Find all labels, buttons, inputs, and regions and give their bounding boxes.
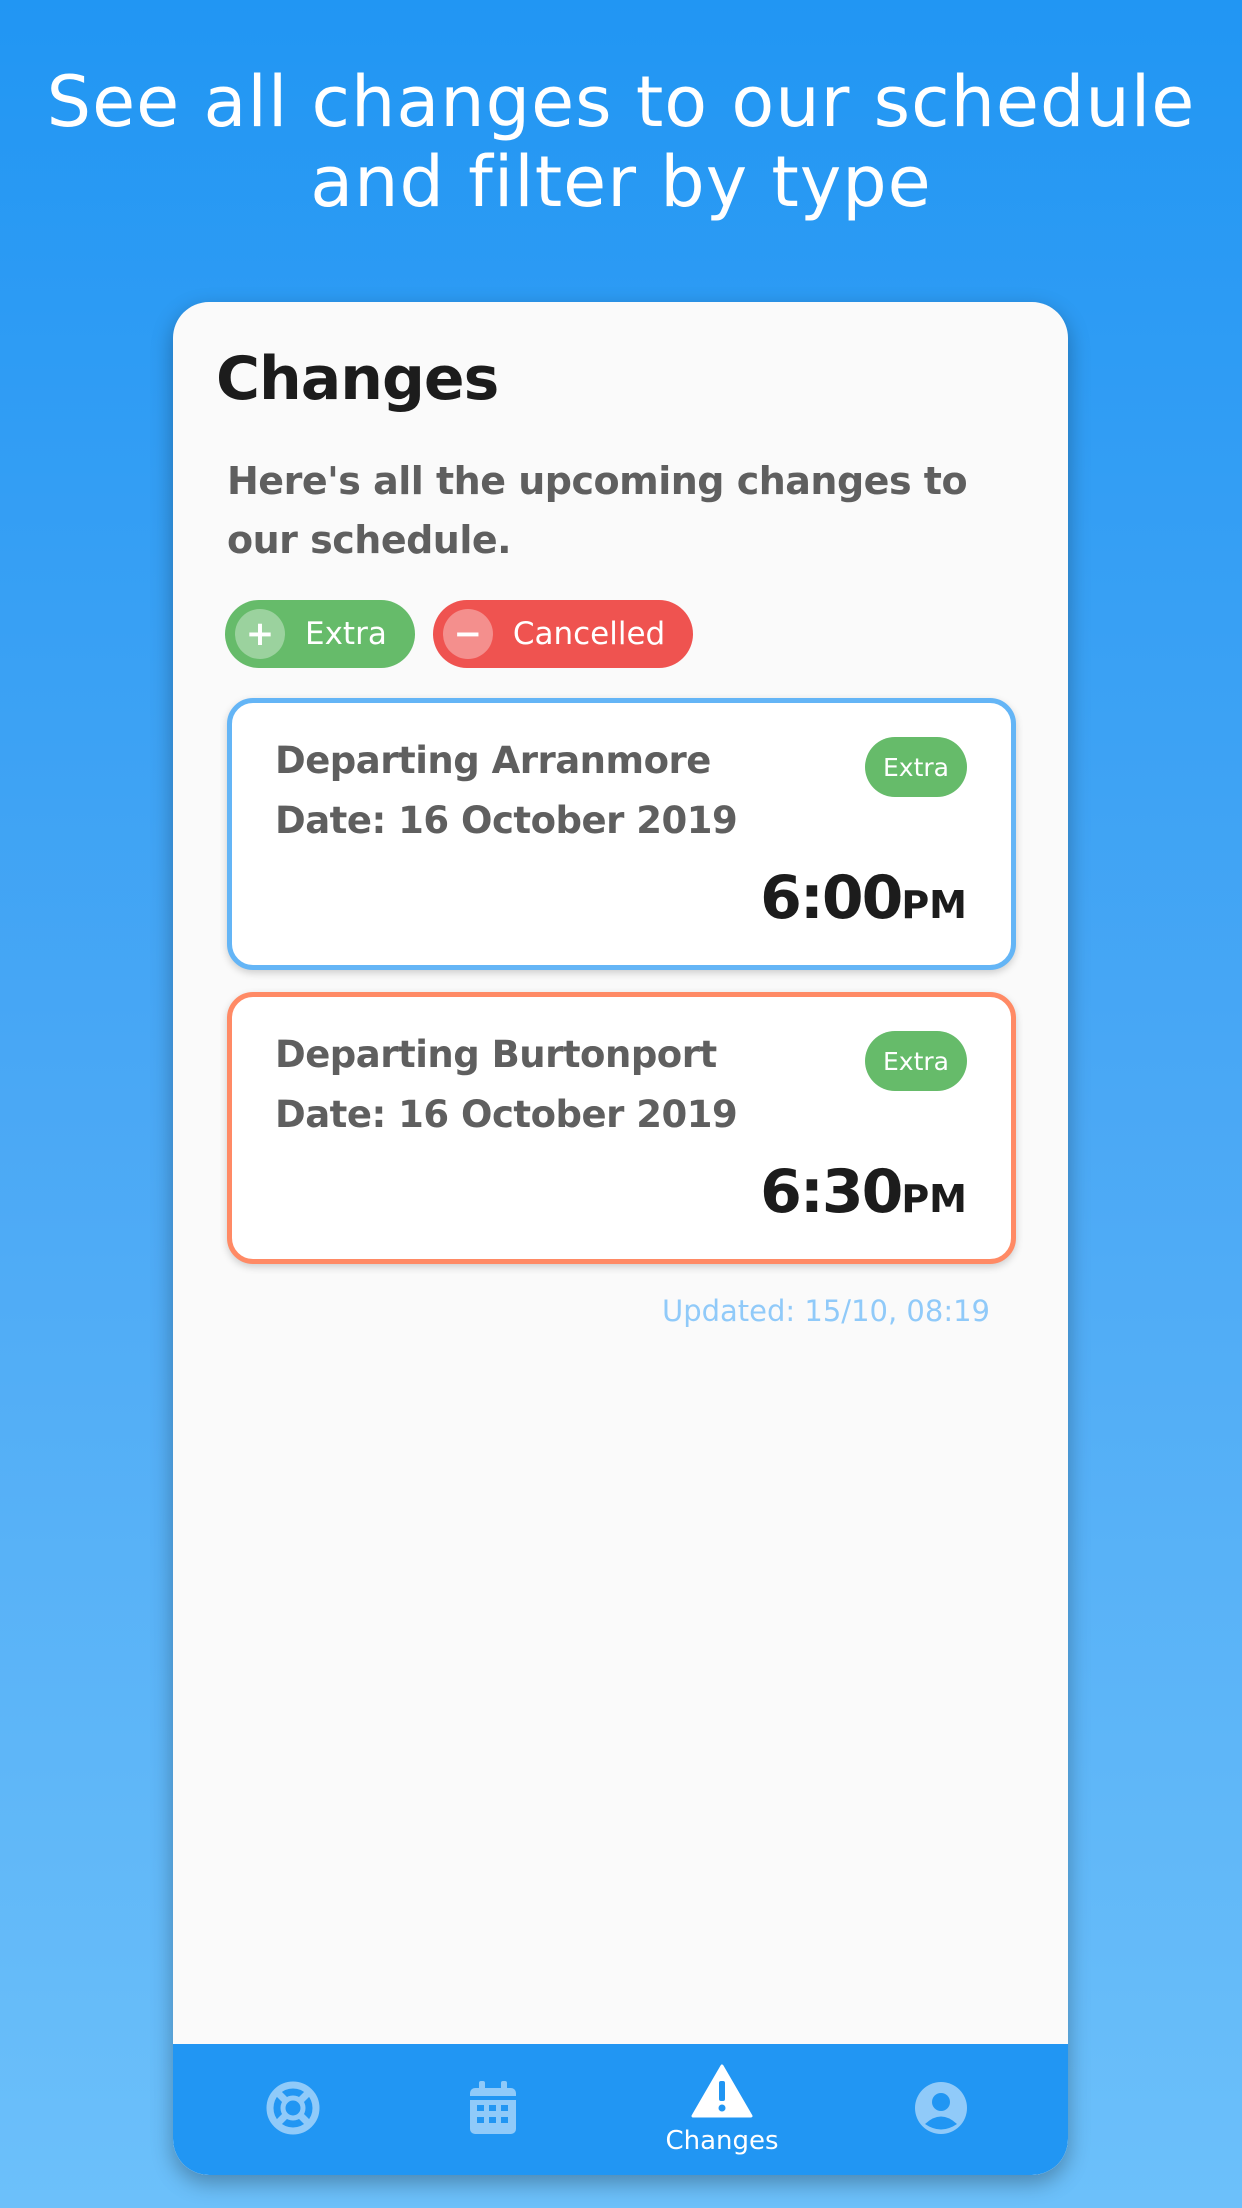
- bottom-navigation: Changes: [173, 2044, 1068, 2175]
- phone-screen: Changes Here's all the upcoming changes …: [173, 302, 1068, 2175]
- change-type-badge: Extra: [865, 737, 967, 797]
- filter-cancelled-chip[interactable]: − Cancelled: [432, 600, 694, 668]
- change-time: 6:00PM: [760, 863, 967, 933]
- change-time-value: 6:00: [760, 863, 903, 933]
- page-subtitle: Here's all the upcoming changes to our s…: [227, 459, 968, 562]
- change-card[interactable]: Departing Burtonport Date: 16 October 20…: [227, 992, 1016, 1264]
- change-time-value: 6:30: [760, 1157, 903, 1227]
- calendar-icon: [468, 2080, 518, 2140]
- filter-extra-label: Extra: [305, 616, 387, 652]
- change-type-badge: Extra: [865, 1031, 967, 1091]
- lifebuoy-icon: [266, 2081, 320, 2139]
- nav-item-account[interactable]: [891, 2044, 991, 2175]
- change-date: Date: 16 October 2019: [275, 1093, 738, 1136]
- change-time: 6:30PM: [760, 1157, 967, 1227]
- nav-item-changes[interactable]: Changes: [647, 2044, 797, 2175]
- nav-item-changes-label: Changes: [665, 2125, 779, 2156]
- nav-item-timetable[interactable]: [443, 2044, 543, 2175]
- nav-item-help[interactable]: [243, 2044, 343, 2175]
- change-date: Date: 16 October 2019: [275, 799, 738, 842]
- change-route: Departing Arranmore: [275, 739, 711, 782]
- page-title: Changes: [216, 344, 499, 414]
- warning-icon: [691, 2064, 753, 2122]
- change-time-ampm: PM: [901, 883, 967, 927]
- filter-extra-chip[interactable]: + Extra: [225, 600, 415, 668]
- change-card[interactable]: Departing Arranmore Date: 16 October 201…: [227, 698, 1016, 970]
- change-time-ampm: PM: [901, 1177, 967, 1221]
- headline: See all changes to our schedule and filt…: [46, 61, 1196, 223]
- plus-icon: +: [235, 609, 285, 659]
- account-icon: [914, 2081, 968, 2139]
- change-route: Departing Burtonport: [275, 1033, 717, 1076]
- minus-icon: −: [442, 609, 493, 659]
- filter-chips: + Extra − Cancelled: [225, 600, 694, 668]
- last-updated-text: Updated: 15/10, 08:19: [661, 1294, 990, 1328]
- filter-cancelled-label: Cancelled: [512, 616, 666, 652]
